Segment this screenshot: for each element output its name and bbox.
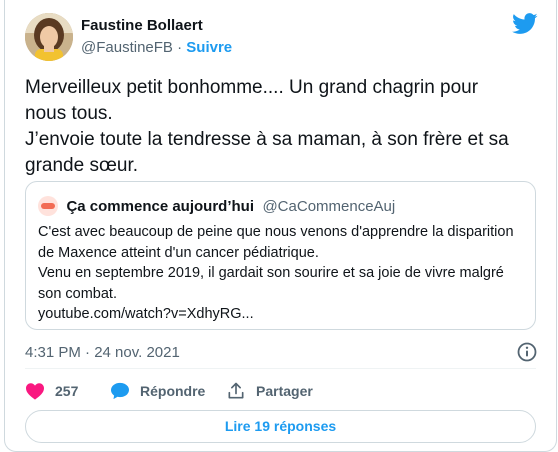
tweet-embed-card: Faustine Bollaert @FaustineFB · Suivre M… [4, 0, 557, 452]
quoted-tweet-link[interactable]: youtube.com/watch?v=XdhyRG... [38, 304, 525, 325]
share-button[interactable]: Partager [226, 380, 313, 402]
quoted-text-line: C'est avec beaucoup de peine que nous ve… [38, 224, 514, 240]
quoted-text-line: Venu en septembre 2019, il gardait son s… [38, 265, 504, 281]
tweet-header: Faustine Bollaert @FaustineFB · Suivre [25, 13, 544, 61]
quoted-text-line: de Maxence atteint d'un cancer pédiatriq… [38, 244, 319, 261]
twitter-bird-icon[interactable] [512, 13, 538, 35]
tweet-text-line: Merveilleux petit bonhomme.... Un grand … [25, 77, 479, 98]
share-label: Partager [256, 383, 313, 399]
quoted-tweet-text: C'est avec beaucoup de peine que nous ve… [38, 222, 525, 325]
quoted-text-line: son combat. [38, 285, 117, 302]
tweet-text-line: nous tous. [25, 103, 113, 124]
share-upload-icon [228, 382, 244, 399]
avatar-portrait-icon [25, 13, 73, 61]
quoted-tweet-header: Ça commence aujourd’hui @CaCommenceAuj [38, 196, 395, 216]
heart-icon [26, 383, 44, 400]
like-button[interactable]: 257 [25, 380, 78, 402]
author-avatar[interactable] [25, 13, 73, 61]
author-handle-line: @FaustineFB · Suivre [81, 38, 232, 58]
tweet-text-line: grande sœur. [25, 155, 138, 176]
quoted-author-name: Ça commence aujourd’hui [66, 197, 254, 215]
read-replies-button[interactable]: Lire 19 réponses [25, 410, 536, 443]
quoted-tweet[interactable]: Ça commence aujourd’hui @CaCommenceAuj C… [25, 181, 536, 330]
handle-separator: · [177, 39, 183, 56]
info-icon[interactable] [516, 341, 538, 363]
author-name[interactable]: Faustine Bollaert [81, 16, 232, 36]
author-info: Faustine Bollaert @FaustineFB · Suivre [81, 16, 232, 58]
reply-label: Répondre [140, 383, 206, 399]
tweet-timestamp[interactable]: 4:31 PM · 24 nov. 2021 [25, 343, 180, 363]
like-count: 257 [55, 383, 79, 399]
tweet-text-line: J’envoie toute la tendresse à sa maman, … [25, 129, 509, 150]
reply-button[interactable]: Répondre [110, 380, 205, 402]
follow-button[interactable]: Suivre [186, 39, 232, 56]
speech-bubble-icon [111, 382, 129, 400]
author-handle[interactable]: @FaustineFB [81, 39, 173, 56]
actions-divider [25, 368, 536, 369]
quoted-author-handle: @CaCommenceAuj [262, 197, 396, 215]
tweet-text: Merveilleux petit bonhomme.... Un grand … [25, 75, 532, 179]
quoted-author-avatar [38, 196, 58, 216]
